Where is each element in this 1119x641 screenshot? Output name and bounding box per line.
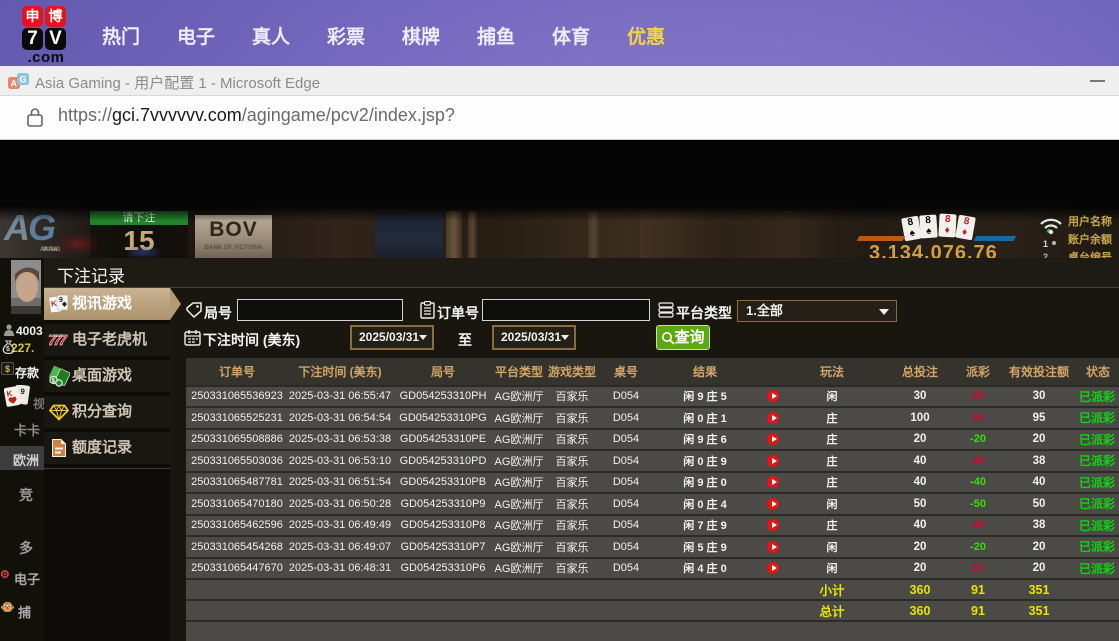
svg-text:*: * xyxy=(11,331,14,337)
svg-text:9: 9 xyxy=(59,297,63,304)
svg-text:G: G xyxy=(20,75,27,85)
svg-text:$: $ xyxy=(6,346,10,353)
svg-text:777: 777 xyxy=(48,332,68,349)
svg-text:A: A xyxy=(11,79,18,89)
